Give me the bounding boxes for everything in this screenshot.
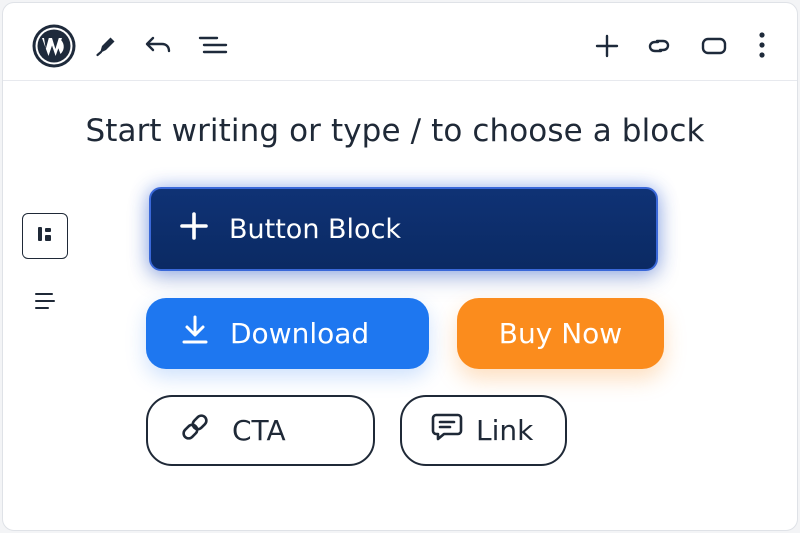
align-button[interactable] [29,287,61,319]
buy-now-button[interactable]: Buy Now [457,298,664,369]
cta-button-label: CTA [232,414,286,447]
link-icon[interactable] [643,31,675,61]
block-switcher-icon [34,223,56,249]
button-block[interactable]: Button Block [149,187,658,271]
button-block-label: Button Block [229,213,402,245]
download-button-label: Download [230,317,370,350]
rounded-rect-icon[interactable] [698,31,730,61]
cta-button[interactable]: CTA [146,395,375,466]
top-toolbar [3,3,797,81]
link-button-label: Link [476,414,534,447]
list-view-icon[interactable] [196,31,230,59]
download-icon [180,314,210,353]
editor-placeholder[interactable]: Start writing or type / to choose a bloc… [3,113,787,149]
wordpress-logo-icon[interactable] [31,23,77,69]
link-button[interactable]: Link [400,395,567,466]
editor-window: Start writing or type / to choose a bloc… [2,2,798,531]
download-button[interactable]: Download [146,298,429,369]
comment-icon [430,410,464,451]
plus-icon [179,211,209,248]
undo-icon[interactable] [143,31,175,59]
plus-icon[interactable] [592,31,622,61]
more-vertical-icon[interactable] [751,29,773,61]
buy-now-button-label: Buy Now [498,317,623,350]
align-icon [33,289,57,317]
link-icon [178,410,212,451]
block-switcher-button[interactable] [22,213,68,259]
pencil-icon[interactable] [93,31,121,59]
